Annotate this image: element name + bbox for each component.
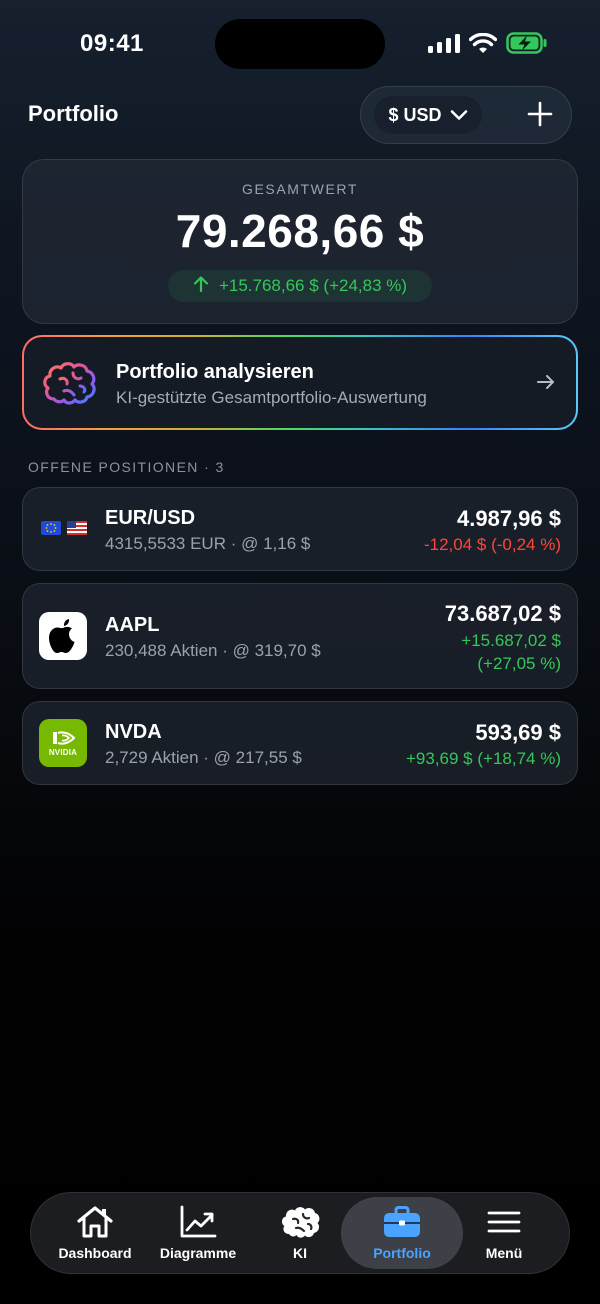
home-icon xyxy=(76,1204,114,1240)
chart-icon xyxy=(179,1204,217,1240)
nvidia-logo-text: NVIDIA xyxy=(48,747,78,757)
analyze-subtitle: KI-gestützte Gesamtportfolio-Auswertung xyxy=(116,388,427,407)
position-symbol: NVDA xyxy=(105,721,162,743)
add-position-button[interactable] xyxy=(522,98,558,134)
eu-flag-icon xyxy=(41,521,61,540)
currency-flags xyxy=(41,521,87,540)
position-detail: 4315,5533 EUR · @ 1,16 $ xyxy=(105,534,311,553)
tab-label: Dashboard xyxy=(58,1245,132,1261)
analyze-portfolio-card[interactable]: Portfolio analysieren KI-gestützte Gesam… xyxy=(22,335,578,430)
total-change-text: +15.768,66 $ (+24,83 %) xyxy=(218,276,408,295)
page-title: Portfolio xyxy=(28,101,119,126)
tab-ki[interactable]: KI xyxy=(245,1204,355,1264)
signal-icon xyxy=(428,33,460,58)
position-row-nvda[interactable]: NVIDIA NVDA 2,729 Aktien · @ 217,55 $ 59… xyxy=(22,701,578,785)
tab-label: Portfolio xyxy=(373,1245,431,1261)
position-value: 593,69 $ xyxy=(475,720,561,745)
chevron-down-icon xyxy=(450,105,468,126)
position-change-percent: (+27,05 %) xyxy=(477,654,561,673)
tab-menu[interactable]: Menü xyxy=(449,1204,559,1264)
nvidia-logo-icon: NVIDIA xyxy=(39,719,87,767)
position-change: +15.687,02 $ (+27,05 %) xyxy=(461,629,561,675)
analyze-title: Portfolio analysieren xyxy=(116,361,314,383)
position-symbol: EUR/USD xyxy=(105,507,196,529)
position-row-eurusd[interactable]: EUR/USD 4315,5533 EUR · @ 1,16 $ 4.987,9… xyxy=(22,487,578,571)
apple-logo-icon xyxy=(39,612,87,660)
arrow-right-icon xyxy=(536,373,556,396)
status-time: 09:41 xyxy=(80,30,144,57)
arrow-up-icon xyxy=(193,275,209,298)
brain-icon xyxy=(42,359,98,407)
currency-select[interactable]: $ USD xyxy=(374,96,482,134)
total-value-label: GESAMTWERT xyxy=(241,181,359,197)
tab-label: Menü xyxy=(485,1245,523,1261)
menu-icon xyxy=(486,1204,522,1240)
open-positions-header: OFFENE POSITIONEN · 3 xyxy=(28,459,225,475)
plus-icon xyxy=(527,101,553,132)
total-change-badge: +15.768,66 $ (+24,83 %) xyxy=(168,270,432,302)
position-symbol: AAPL xyxy=(105,614,160,636)
brain-icon xyxy=(280,1204,320,1240)
position-change: +93,69 $ (+18,74 %) xyxy=(405,749,561,768)
us-flag-icon xyxy=(67,521,87,540)
currency-label: $ USD xyxy=(388,104,442,125)
tab-dashboard[interactable]: Dashboard xyxy=(40,1204,150,1264)
briefcase-icon xyxy=(382,1204,422,1240)
position-change-amount: +15.687,02 $ xyxy=(461,631,561,650)
battery-charging-icon xyxy=(506,32,548,59)
tab-charts[interactable]: Diagramme xyxy=(143,1204,253,1264)
position-value: 4.987,96 $ xyxy=(457,506,561,531)
position-change: -12,04 $ (-0,24 %) xyxy=(423,535,561,554)
position-value: 73.687,02 $ xyxy=(444,601,561,626)
position-detail: 2,729 Aktien · @ 217,55 $ xyxy=(105,748,302,767)
tab-portfolio[interactable]: Portfolio xyxy=(347,1204,457,1264)
tab-label: KI xyxy=(293,1245,307,1261)
position-row-aapl[interactable]: AAPL 230,488 Aktien · @ 319,70 $ 73.687,… xyxy=(22,583,578,689)
position-detail: 230,488 Aktien · @ 319,70 $ xyxy=(105,641,321,660)
wifi-icon xyxy=(468,32,498,59)
total-value: 79.268,66 $ xyxy=(175,205,425,257)
status-icons xyxy=(428,32,548,59)
dynamic-island xyxy=(215,19,385,69)
tab-label: Diagramme xyxy=(159,1245,237,1261)
